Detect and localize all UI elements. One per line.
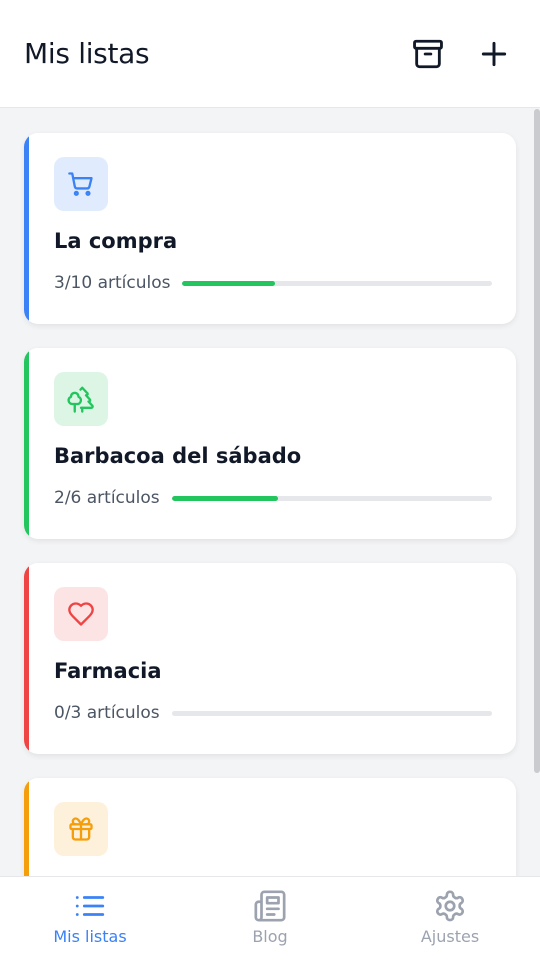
gift-icon	[69, 817, 93, 841]
scrollbar[interactable]	[534, 109, 540, 773]
list-progress-row: 3/10 artículos	[54, 273, 492, 293]
card-icon-badge	[54, 587, 108, 641]
progress-bar	[171, 495, 492, 501]
bottom-navigation: Mis listas Blog Ajustes	[0, 876, 540, 960]
archive-button[interactable]	[406, 32, 450, 76]
item-count: 2/6 artículos	[54, 488, 160, 508]
list-card[interactable]	[24, 778, 516, 876]
progress-fill	[182, 280, 276, 286]
newspaper-icon	[254, 890, 286, 922]
list-card[interactable]: Barbacoa del sábado 2/6 artículos	[24, 348, 516, 539]
card-accent-bar	[24, 563, 29, 754]
page-title: Mis listas	[24, 37, 150, 70]
nav-item-ajustes[interactable]: Ajustes	[360, 877, 540, 960]
plus-icon	[481, 41, 507, 66]
item-count: 3/10 artículos	[54, 273, 171, 293]
item-count: 0/3 artículos	[54, 703, 160, 723]
nav-label: Mis listas	[53, 927, 127, 946]
list-title: Barbacoa del sábado	[54, 444, 302, 468]
nav-item-blog[interactable]: Blog	[180, 877, 360, 960]
list-title: Farmacia	[54, 659, 162, 683]
add-list-button[interactable]	[472, 32, 516, 76]
list-card[interactable]: Farmacia 0/3 artículos	[24, 563, 516, 754]
card-accent-bar	[24, 778, 29, 876]
card-icon-badge	[54, 372, 108, 426]
top-app-bar: Mis listas	[0, 0, 540, 108]
progress-bar	[182, 280, 492, 286]
heart-icon	[68, 602, 94, 626]
trees-icon	[67, 386, 94, 413]
progress-fill	[171, 495, 279, 501]
nav-label: Ajustes	[420, 927, 480, 946]
list-title: La compra	[54, 229, 178, 253]
shopping-cart-icon	[68, 172, 93, 196]
nav-label: Blog	[252, 927, 288, 946]
card-icon-badge	[54, 157, 108, 211]
list-card[interactable]: La compra 3/10 artículos	[24, 133, 516, 324]
nav-item-mis-listas[interactable]: Mis listas	[0, 877, 180, 960]
card-icon-badge	[54, 802, 108, 856]
progress-bar	[171, 710, 492, 716]
lists-scroll-area[interactable]: La compra 3/10 artículos Barbacoa del sá…	[0, 109, 540, 876]
card-accent-bar	[24, 348, 29, 539]
list-progress-row: 2/6 artículos	[54, 488, 492, 508]
card-accent-bar	[24, 133, 29, 324]
list-progress-row: 0/3 artículos	[54, 703, 492, 723]
app-root: Mis listas La compra 3/10 artículos Barb…	[0, 0, 540, 960]
archive-icon	[413, 39, 443, 68]
list-icon	[75, 896, 105, 916]
gear-icon	[435, 890, 465, 922]
